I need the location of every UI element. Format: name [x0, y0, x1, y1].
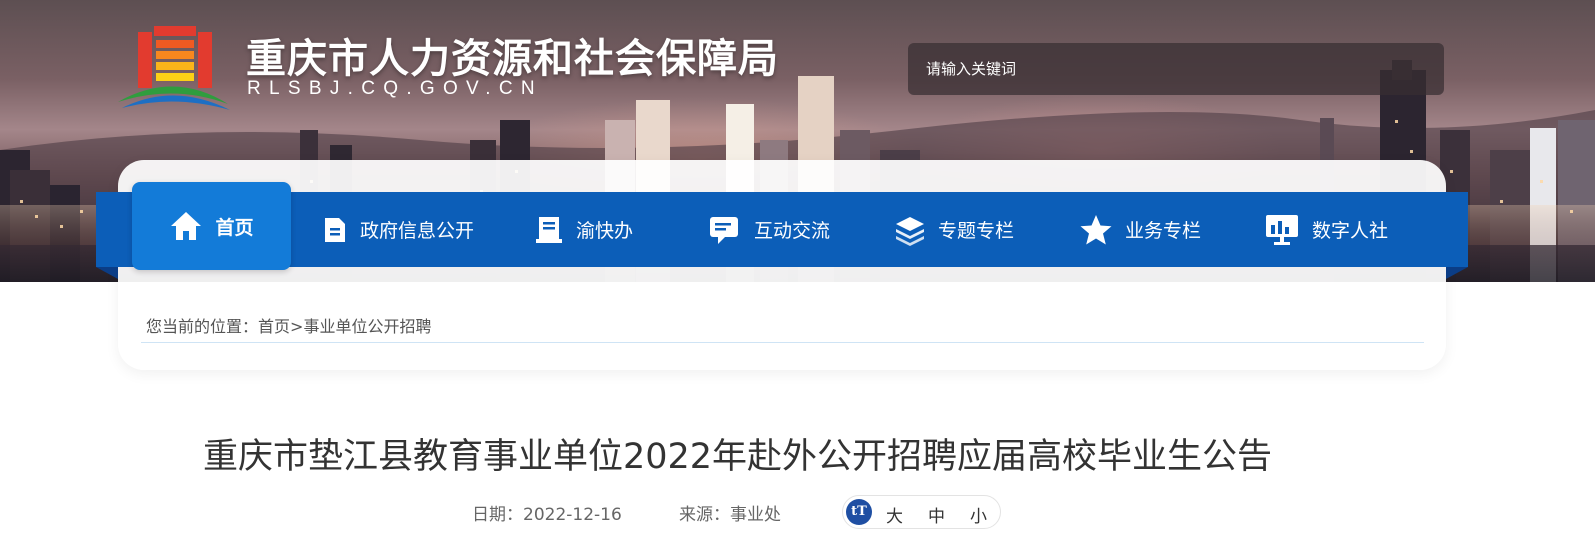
font-size-switcher: tT 大 中 小: [842, 495, 1001, 529]
nav-item-label: 政府信息公开: [360, 220, 475, 242]
nav-item-interaction[interactable]: 互动交流: [708, 192, 830, 267]
nav-item-label: 业务专栏: [1125, 220, 1202, 242]
site-domain: RLSBJ.CQ.GOV.CN: [247, 78, 543, 99]
breadcrumb: 您当前的位置：首页>事业单位公开招聘: [141, 300, 1424, 343]
nav-item-label: 首页: [215, 216, 254, 239]
document-icon: [325, 217, 345, 242]
breadcrumb-separator: >: [290, 317, 304, 336]
nav-item-label: 数字人社: [1312, 220, 1389, 242]
layers-icon: [896, 216, 924, 246]
bureau-logo-icon: [118, 26, 230, 110]
nav-item-label: 互动交流: [754, 220, 831, 242]
source-label: 来源：: [679, 505, 730, 525]
nav-ribbon-fold-left: [96, 267, 118, 279]
chat-icon: [710, 216, 738, 244]
main-nav: 首页 政府信息公开 渝快办 互动交流 专题专栏 业务专栏 数字人社: [96, 182, 1468, 270]
star-icon: [1080, 214, 1112, 244]
nav-item-gov-info[interactable]: 政府信息公开: [322, 192, 474, 267]
search-input[interactable]: [908, 43, 1444, 95]
monitor-icon: [1266, 214, 1298, 245]
date-label: 日期：: [472, 505, 523, 525]
breadcrumb-current-link[interactable]: 事业单位公开招聘: [303, 317, 431, 336]
breadcrumb-home-link[interactable]: 首页: [258, 317, 290, 336]
home-icon: [171, 212, 202, 240]
nav-item-yukuaiban[interactable]: 渝快办: [534, 192, 633, 267]
article-source: 来源：事业处: [679, 500, 781, 525]
source-value: 事业处: [730, 505, 781, 525]
nav-item-topics[interactable]: 专题专栏: [894, 192, 1014, 267]
site-title: 重庆市人力资源和社会保障局: [246, 36, 779, 82]
nav-item-home[interactable]: 首页: [132, 182, 291, 270]
date-value: 2022-12-16: [523, 505, 622, 525]
nav-ribbon-fold-right: [1446, 267, 1468, 279]
font-size-icon: tT: [846, 499, 872, 525]
nav-item-label: 专题专栏: [938, 220, 1015, 242]
breadcrumb-prefix: 您当前的位置：: [146, 317, 259, 336]
font-size-small-button[interactable]: 小: [970, 502, 987, 527]
book-icon: [536, 216, 562, 243]
font-size-medium-button[interactable]: 中: [928, 502, 945, 527]
article-title: 重庆市垫江县教育事业单位2022年赴外公开招聘应届高校毕业生公告: [202, 437, 1273, 477]
font-size-large-button[interactable]: 大: [886, 502, 903, 527]
nav-item-business[interactable]: 业务专栏: [1079, 192, 1201, 267]
article-date: 日期：2022-12-16: [472, 500, 622, 525]
nav-item-digital[interactable]: 数字人社: [1264, 192, 1388, 267]
nav-item-label: 渝快办: [576, 220, 634, 242]
